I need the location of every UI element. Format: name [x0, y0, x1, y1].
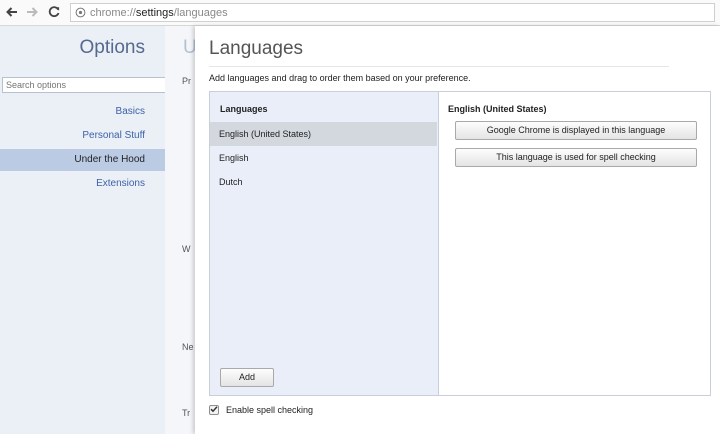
background-text-fragment: Pr [182, 76, 191, 86]
selected-language-title: English (United States) [448, 104, 547, 114]
language-panel: Languages English (United States) Englis… [209, 91, 711, 396]
spell-check-checkbox[interactable] [209, 405, 219, 415]
options-sidebar: Options Basics Personal Stuff Under the … [0, 26, 170, 434]
url-text: chrome://settings/languages [90, 7, 228, 19]
background-page [165, 26, 195, 434]
add-language-button[interactable]: Add [220, 368, 274, 387]
reload-button[interactable] [46, 5, 62, 21]
forward-arrow-icon [25, 5, 39, 22]
spell-check-row: Enable spell checking [209, 405, 313, 415]
title-divider [209, 66, 669, 67]
spell-check-label: Enable spell checking [226, 405, 314, 415]
spell-check-language-button[interactable]: This language is used for spell checking [455, 148, 697, 167]
url-path: /languages [173, 6, 228, 19]
forward-button[interactable] [24, 5, 40, 21]
display-language-button[interactable]: Google Chrome is displayed in this langu… [455, 121, 697, 140]
url-scheme: chrome:// [90, 6, 136, 19]
sidebar-item-basics[interactable]: Basics [0, 101, 165, 123]
sidebar-item-personal-stuff[interactable]: Personal Stuff [0, 125, 165, 147]
sidebar-item-under-the-hood[interactable]: Under the Hood [0, 149, 165, 171]
language-item-english[interactable]: English [210, 146, 437, 170]
sidebar-item-extensions[interactable]: Extensions [0, 173, 165, 195]
languages-overlay: Languages Add languages and drag to orde… [195, 26, 720, 434]
options-title: Options [79, 37, 145, 58]
language-item-english-us[interactable]: English (United States) [210, 122, 437, 146]
overlay-title: Languages [209, 38, 304, 59]
language-list: Languages English (United States) Englis… [210, 92, 439, 395]
background-text-fragment: W [182, 244, 191, 254]
overlay-description: Add languages and drag to order them bas… [209, 73, 471, 83]
language-item-dutch[interactable]: Dutch [210, 170, 437, 194]
background-text-fragment: Ne [182, 342, 194, 352]
back-button[interactable] [4, 5, 20, 21]
back-arrow-icon [5, 5, 19, 22]
checkmark-icon [210, 405, 218, 416]
background-text-fragment: Tr [182, 408, 191, 418]
page-icon [75, 7, 86, 18]
url-host: settings [135, 6, 174, 19]
browser-toolbar: chrome://settings/languages [0, 0, 720, 26]
address-bar[interactable]: chrome://settings/languages [70, 3, 715, 22]
language-list-header: Languages [220, 104, 268, 114]
search-options-input[interactable] [2, 77, 170, 93]
reload-icon [47, 5, 61, 22]
